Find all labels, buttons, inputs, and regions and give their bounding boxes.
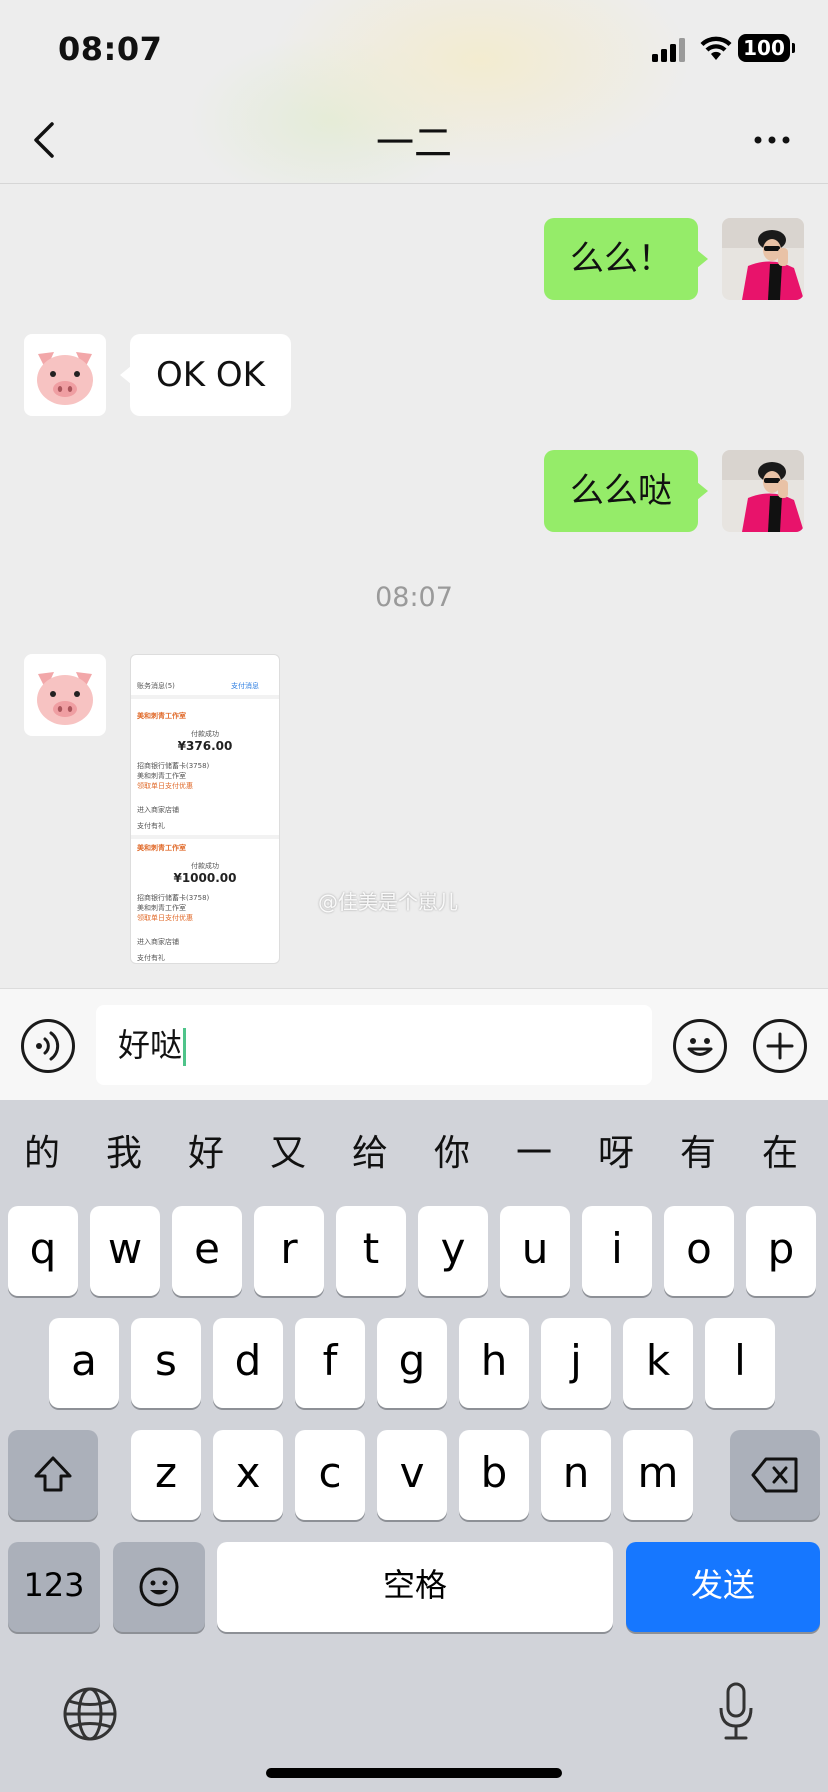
- received-message-bubble[interactable]: OK OK: [120, 334, 291, 416]
- key-w[interactable]: w: [90, 1206, 160, 1296]
- thumb-pay: 支付有礼: [137, 822, 165, 830]
- candidate-word[interactable]: 给: [340, 1124, 400, 1176]
- contact-avatar[interactable]: [24, 654, 106, 736]
- my-avatar[interactable]: [722, 450, 804, 532]
- candidate-word[interactable]: 你: [422, 1124, 482, 1176]
- key-q[interactable]: q: [8, 1206, 78, 1296]
- key-z[interactable]: z: [131, 1430, 201, 1520]
- home-indicator: [266, 1768, 562, 1778]
- thumb-amount: ¥1000.00: [173, 871, 237, 885]
- backspace-key[interactable]: [730, 1430, 820, 1520]
- thumb-pay: 支付有礼: [137, 954, 165, 962]
- key-n[interactable]: n: [541, 1430, 611, 1520]
- keyboard: 的 我 好 又 给 你 一 呀 有 在 q w e r t y u i o p …: [0, 1100, 828, 1792]
- key-p[interactable]: p: [746, 1206, 816, 1296]
- pig-avatar-icon: [24, 334, 106, 416]
- key-c[interactable]: c: [295, 1430, 365, 1520]
- key-y[interactable]: y: [418, 1206, 488, 1296]
- thumb-enter: 进入商家店铺: [137, 938, 179, 946]
- message-timestamp: 08:07: [375, 582, 453, 613]
- pig-avatar-icon: [24, 654, 106, 736]
- message-input-text: 好哒: [118, 1026, 183, 1064]
- thumb-merchant: 美和刺青工作室: [137, 844, 186, 852]
- wifi-icon: [700, 36, 732, 60]
- message-input[interactable]: 好哒: [96, 1005, 652, 1085]
- key-h[interactable]: h: [459, 1318, 529, 1408]
- key-j[interactable]: j: [541, 1318, 611, 1408]
- emoji-key[interactable]: [113, 1542, 205, 1632]
- emoji-face-icon: [139, 1567, 179, 1607]
- thumb-link: 领取单日支付优惠: [137, 782, 193, 790]
- send-key[interactable]: 发送: [626, 1542, 820, 1632]
- thumb-label: 付款成功: [191, 730, 219, 738]
- shift-key[interactable]: [8, 1430, 98, 1520]
- watermark: @佳美是个崽儿: [318, 890, 458, 914]
- candidate-word[interactable]: 有: [668, 1124, 728, 1176]
- candidate-word[interactable]: 我: [94, 1124, 154, 1176]
- user-photo-icon: [722, 218, 804, 300]
- candidate-word[interactable]: 好: [176, 1124, 236, 1176]
- status-time: 08:07: [58, 30, 163, 68]
- key-v[interactable]: v: [377, 1430, 447, 1520]
- thumb-field: 美和刺青工作室: [137, 772, 186, 780]
- thumb-amount: ¥376.00: [177, 739, 233, 753]
- top-bar: 08:07 100 一二: [0, 0, 828, 184]
- key-t[interactable]: t: [336, 1206, 406, 1296]
- microphone-icon[interactable]: [716, 1680, 756, 1744]
- key-d[interactable]: d: [213, 1318, 283, 1408]
- key-m[interactable]: m: [623, 1430, 693, 1520]
- candidate-word[interactable]: 在: [750, 1124, 810, 1176]
- cellular-signal-icon: [652, 38, 688, 62]
- my-avatar[interactable]: [722, 218, 804, 300]
- thumb-label: 付款成功: [191, 862, 219, 870]
- voice-icon: [36, 1031, 60, 1061]
- contact-avatar[interactable]: [24, 334, 106, 416]
- key-k[interactable]: k: [623, 1318, 693, 1408]
- image-message-thumbnail[interactable]: 账务消息(5) 支付消息 美和刺青工作室 付款成功 ¥376.00 招商银行储蓄…: [130, 654, 280, 964]
- thumb-tab-left: 账务消息(5): [137, 682, 175, 690]
- sent-message-bubble[interactable]: 么么！: [544, 218, 708, 300]
- key-i[interactable]: i: [582, 1206, 652, 1296]
- candidate-word[interactable]: 呀: [586, 1124, 646, 1176]
- candidate-bar: 的 我 好 又 给 你 一 呀 有 在: [0, 1100, 828, 1200]
- candidate-word[interactable]: 的: [12, 1124, 72, 1176]
- user-photo-icon: [722, 450, 804, 532]
- sent-message-bubble[interactable]: 么么哒: [544, 450, 708, 532]
- globe-icon[interactable]: [62, 1686, 118, 1742]
- thumb-field: 招商银行储蓄卡(3758): [137, 894, 210, 902]
- thumb-merchant: 美和刺青工作室: [137, 712, 186, 720]
- thumb-enter: 进入商家店铺: [137, 806, 179, 814]
- key-f[interactable]: f: [295, 1318, 365, 1408]
- candidate-word[interactable]: 又: [258, 1124, 318, 1176]
- thumb-link: 领取单日支付优惠: [137, 914, 193, 922]
- backspace-icon: [751, 1457, 798, 1493]
- voice-input-button[interactable]: [21, 1019, 75, 1073]
- key-l[interactable]: l: [705, 1318, 775, 1408]
- key-s[interactable]: s: [131, 1318, 201, 1408]
- key-a[interactable]: a: [49, 1318, 119, 1408]
- thumb-tab-right: 支付消息: [231, 682, 259, 690]
- key-u[interactable]: u: [500, 1206, 570, 1296]
- key-e[interactable]: e: [172, 1206, 242, 1296]
- key-g[interactable]: g: [377, 1318, 447, 1408]
- input-bar: 好哒: [0, 988, 828, 1100]
- plus-icon: [766, 1032, 794, 1060]
- numbers-key[interactable]: 123: [8, 1542, 100, 1632]
- key-o[interactable]: o: [664, 1206, 734, 1296]
- battery-icon: 100: [738, 34, 795, 62]
- more-options-icon[interactable]: [752, 128, 792, 152]
- candidate-word[interactable]: 一: [504, 1124, 564, 1176]
- space-key[interactable]: 空格: [217, 1542, 613, 1632]
- more-functions-button[interactable]: [753, 1019, 807, 1073]
- emoji-button[interactable]: [673, 1019, 727, 1073]
- key-r[interactable]: r: [254, 1206, 324, 1296]
- chat-title: 一二: [375, 121, 452, 165]
- thumb-field: 美和刺青工作室: [137, 904, 186, 912]
- smiley-icon: [687, 1038, 713, 1056]
- text-caret: [183, 1028, 187, 1066]
- shift-arrow-icon: [34, 1456, 72, 1492]
- thumb-field: 招商银行储蓄卡(3758): [137, 762, 210, 770]
- key-b[interactable]: b: [459, 1430, 529, 1520]
- key-x[interactable]: x: [213, 1430, 283, 1520]
